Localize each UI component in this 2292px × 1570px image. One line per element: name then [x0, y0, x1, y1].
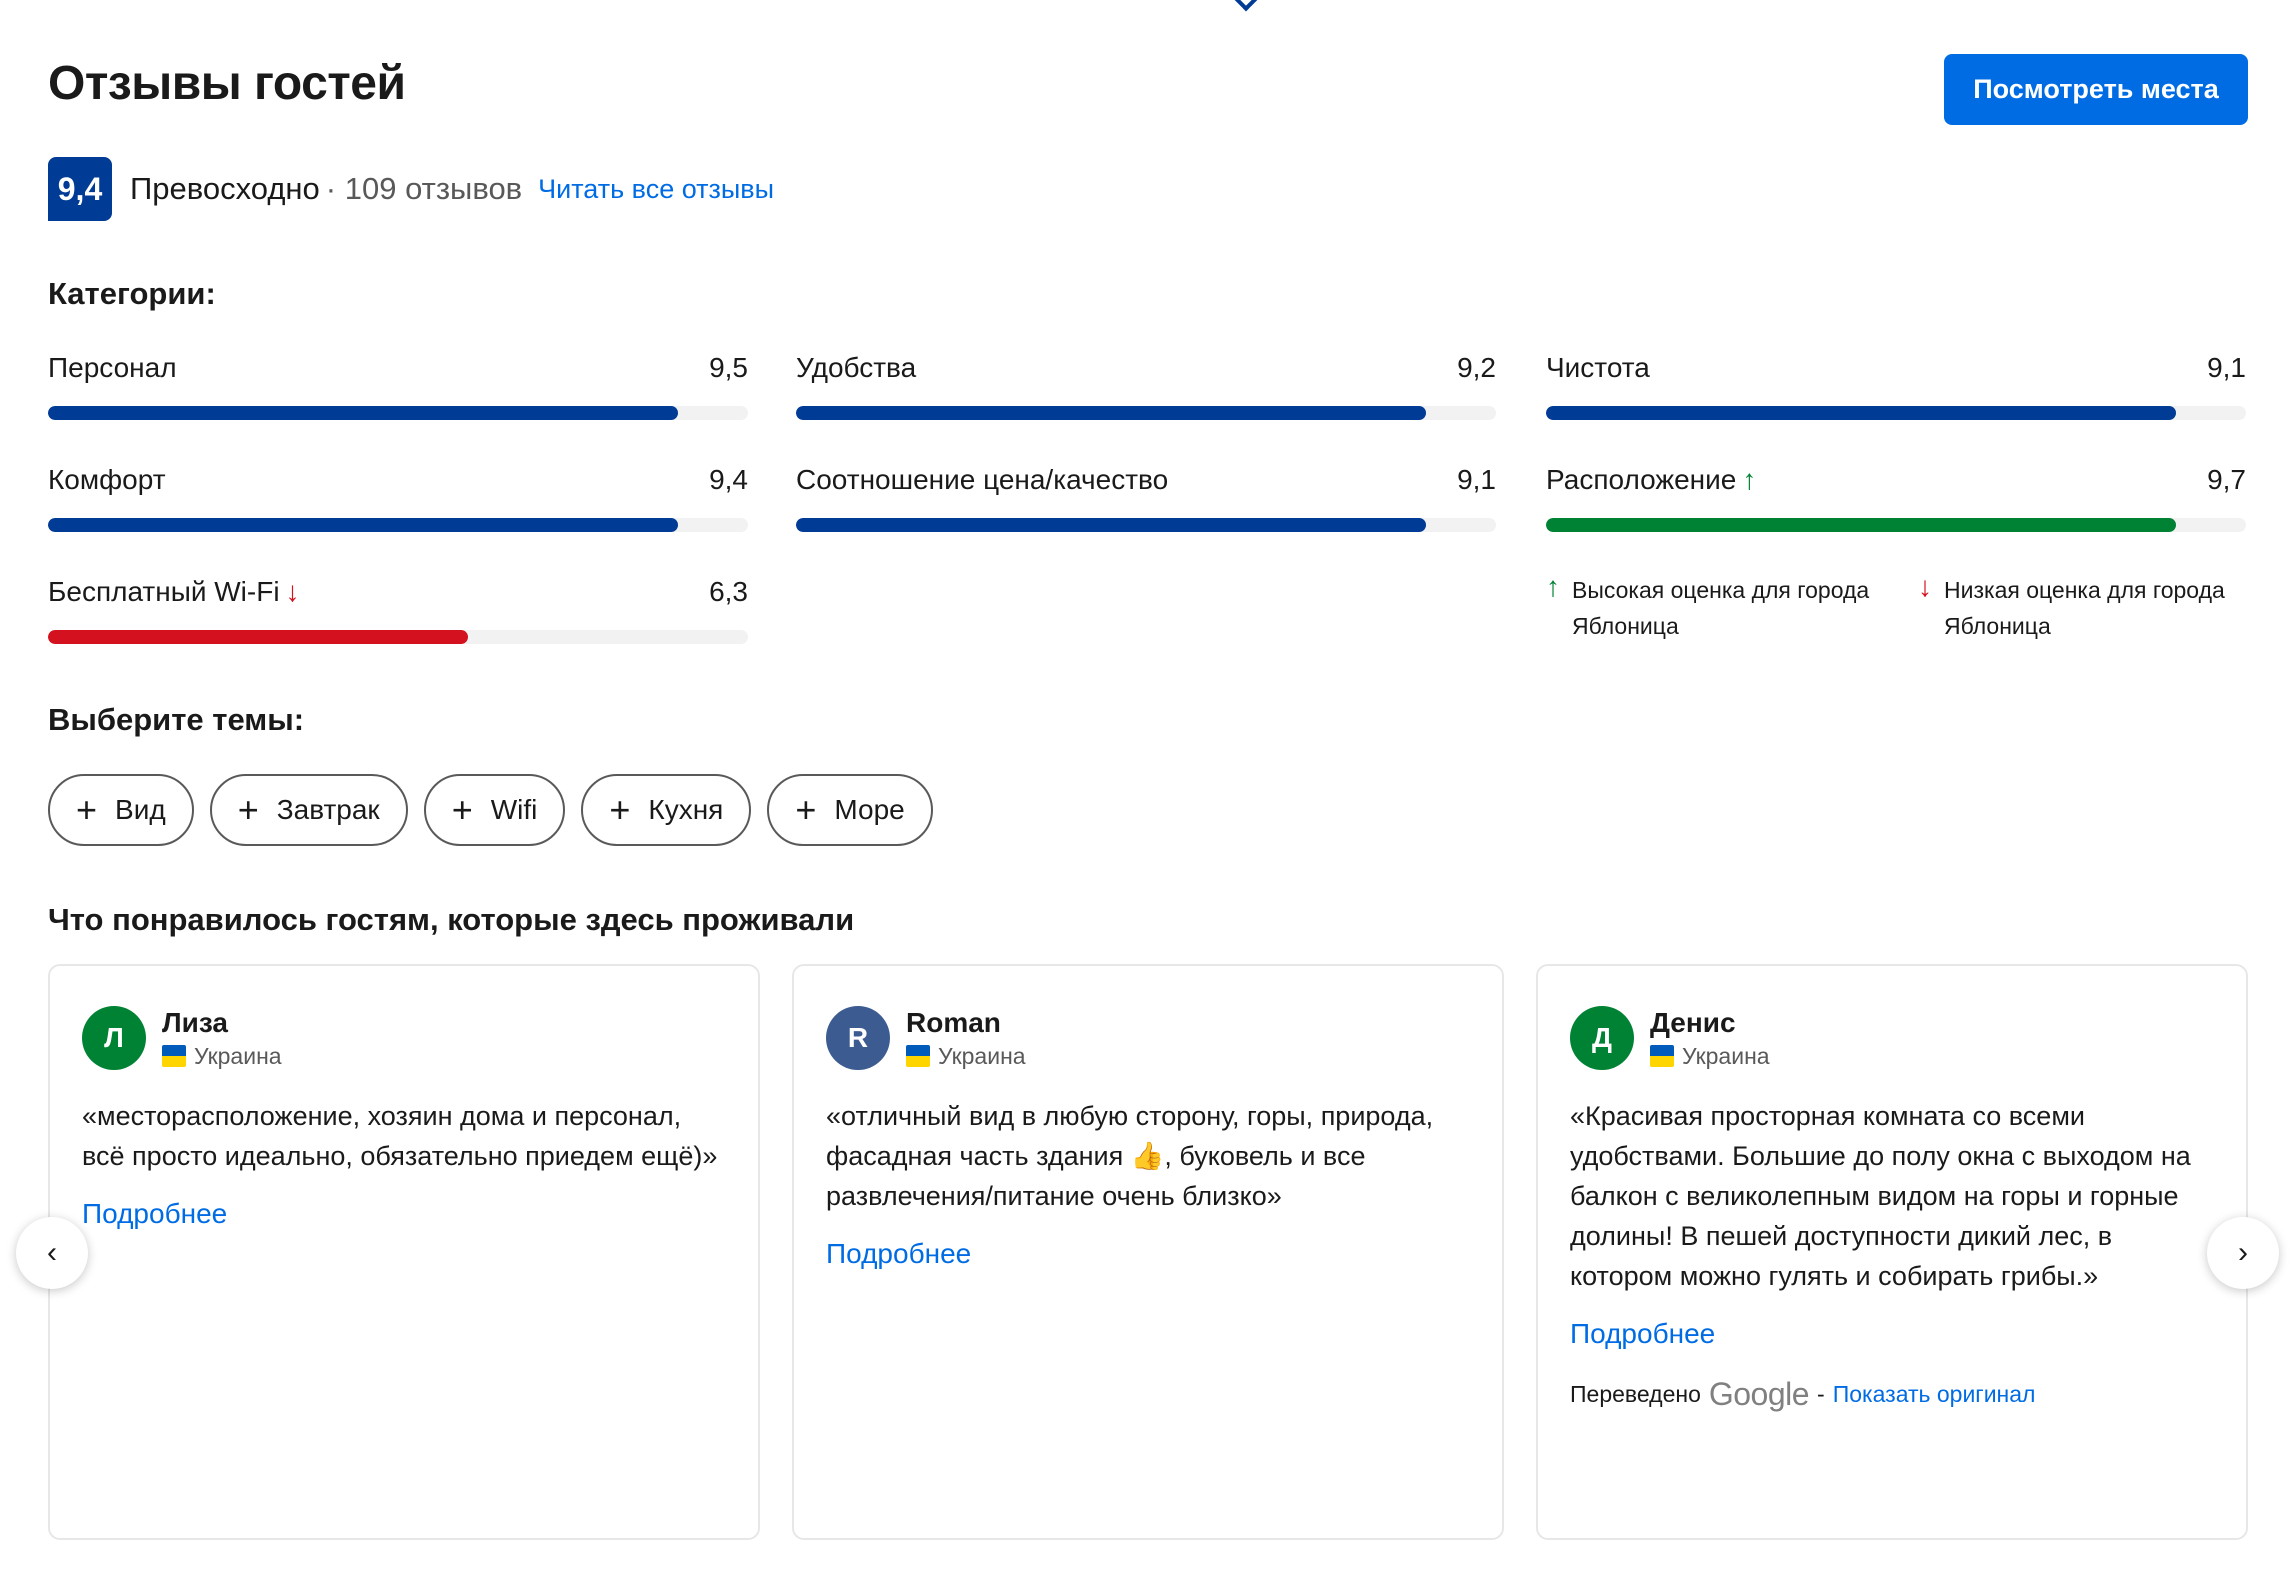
plus-icon: + — [237, 789, 259, 830]
legend-high-text: Высокая оценка для города Яблоница — [1572, 577, 1870, 639]
arrow-down-icon: ↓ — [285, 576, 300, 607]
category-score: 9,1 — [2207, 352, 2246, 383]
category-score: 9,1 — [1457, 464, 1496, 495]
chip-label: Вид — [115, 794, 166, 825]
review-card: R Roman Украина «отличный вид в любую ст… — [792, 964, 1504, 1540]
reviewer-name: Денис — [1650, 1006, 1736, 1038]
category-score: 9,5 — [709, 352, 748, 383]
category-value: Соотношение цена/качество 9,1 — [796, 460, 1496, 532]
review-card: Д Денис Украина «Красивая просторная ком… — [1536, 964, 2248, 1540]
review-card: Л Лиза Украина «месторасположение, хозяи… — [48, 964, 760, 1540]
category-cleanliness: Чистота 9,1 — [1546, 348, 2246, 420]
read-all-reviews-link[interactable]: Читать все отзывы — [538, 174, 774, 205]
topics-heading: Выберите темы: — [48, 702, 305, 737]
category-bar — [48, 518, 748, 532]
topic-chip-breakfast[interactable]: + Завтрак — [209, 774, 408, 846]
avatar: Д — [1570, 1006, 1634, 1070]
google-logo: Google — [1708, 1376, 1810, 1412]
review-text: «отличный вид в любую сторону, горы, при… — [826, 1101, 1434, 1211]
score-badge: 9,4 — [48, 157, 112, 221]
category-label: Бесплатный Wi-Fi — [48, 576, 280, 607]
topic-chip-kitchen[interactable]: + Кухня — [581, 774, 752, 846]
avatar: Л — [82, 1006, 146, 1070]
category-label: Персонал — [48, 352, 177, 383]
carousel-prev-button[interactable]: ‹ — [16, 1217, 88, 1289]
score-summary: 9,4 Превосходно · 109 отзывов Читать все… — [48, 157, 774, 221]
country-label: Украина — [194, 1042, 282, 1069]
legend-low-text: Низкая оценка для города Яблоница — [1944, 577, 2225, 639]
ukraine-flag-icon — [1650, 1045, 1674, 1067]
read-more-link[interactable]: Подробнее — [1570, 1318, 1715, 1350]
arrow-up-icon: ↑ — [1546, 571, 1560, 602]
chip-label: Wifi — [490, 794, 538, 825]
topic-chip-wifi[interactable]: + Wifi — [423, 774, 566, 846]
category-label: Чистота — [1546, 352, 1650, 383]
reviewer-name: Roman — [906, 1006, 1001, 1038]
page-title: Отзывы гостей — [48, 57, 406, 110]
country-label: Украина — [938, 1042, 1026, 1069]
category-facilities: Удобства 9,2 — [796, 348, 1496, 420]
category-wifi: Бесплатный Wi-Fi ↓ 6,3 — [48, 572, 748, 644]
translation-note: Переведено Google - Показать оригинал — [1570, 1376, 2036, 1412]
category-bar — [1546, 518, 2246, 532]
category-bar — [48, 406, 748, 420]
category-label-wrap: Бесплатный Wi-Fi ↓ — [48, 576, 300, 608]
category-location: Расположение ↑ 9,7 — [1546, 460, 2246, 532]
reviewer-country: Украина — [162, 1043, 282, 1070]
category-bar — [48, 630, 748, 644]
chip-label: Море — [834, 794, 905, 825]
category-score: 9,2 — [1457, 352, 1496, 383]
topic-chip-sea[interactable]: + Море — [767, 774, 933, 846]
category-label: Удобства — [796, 352, 917, 383]
plus-icon: + — [795, 789, 817, 830]
read-more-link[interactable]: Подробнее — [826, 1238, 971, 1270]
reviewer-country: Украина — [906, 1043, 1026, 1070]
chip-label: Завтрак — [276, 794, 380, 825]
see-places-button[interactable]: Посмотреть места — [1944, 54, 2248, 125]
category-staff: Персонал 9,5 — [48, 348, 748, 420]
category-bar — [796, 406, 1496, 420]
category-score: 9,7 — [2207, 464, 2246, 495]
ukraine-flag-icon — [162, 1045, 186, 1067]
ukraine-flag-icon — [906, 1045, 930, 1067]
arrow-down-icon: ↓ — [1918, 571, 1932, 602]
show-original-link[interactable]: Показать оригинал — [1833, 1381, 2036, 1408]
reviewer-country: Украина — [1650, 1043, 1770, 1070]
category-score: 9,4 — [709, 464, 748, 495]
read-more-link[interactable]: Подробнее — [82, 1198, 227, 1230]
category-comfort: Комфорт 9,4 — [48, 460, 748, 532]
topic-chip-view[interactable]: + Вид — [48, 774, 194, 846]
avatar: R — [826, 1006, 890, 1070]
country-label: Украина — [1682, 1042, 1770, 1069]
category-bar — [1546, 406, 2246, 420]
chevron-right-icon: › — [2238, 1236, 2248, 1269]
plus-icon: + — [451, 789, 473, 830]
reviewer-name: Лиза — [162, 1006, 228, 1038]
score-word: Превосходно — [130, 171, 320, 206]
review-text: «месторасположение, хозяин дома и персон… — [82, 1101, 718, 1171]
chevron-left-icon: ‹ — [47, 1236, 57, 1269]
review-count: · 109 отзывов — [325, 171, 523, 206]
category-label: Соотношение цена/качество — [796, 464, 1169, 495]
review-text: «Красивая просторная комната со всеми уд… — [1570, 1101, 2191, 1291]
categories-heading: Категории: — [48, 276, 216, 311]
liked-heading: Что понравилось гостям, которые здесь пр… — [48, 902, 855, 937]
plus-icon: + — [609, 789, 631, 830]
translated-prefix: Переведено — [1570, 1381, 1701, 1407]
legend-low: ↓ Низкая оценка для города Яблоница — [1918, 572, 2258, 644]
category-label-wrap: Расположение ↑ — [1546, 464, 1756, 496]
chip-label: Кухня — [648, 794, 724, 825]
carousel-next-button[interactable]: › — [2207, 1217, 2279, 1289]
category-bar — [796, 518, 1496, 532]
category-score: 6,3 — [709, 576, 748, 607]
category-label: Комфорт — [48, 464, 166, 495]
category-label: Расположение — [1546, 464, 1737, 495]
topic-chips: + Вид + Завтрак + Wifi + Кухня + Море — [48, 774, 933, 846]
chevron-down-icon — [1234, 0, 1258, 12]
plus-icon: + — [76, 789, 98, 830]
arrow-up-icon: ↑ — [1742, 464, 1757, 495]
legend-high: ↑ Высокая оценка для города Яблоница — [1546, 572, 1886, 644]
